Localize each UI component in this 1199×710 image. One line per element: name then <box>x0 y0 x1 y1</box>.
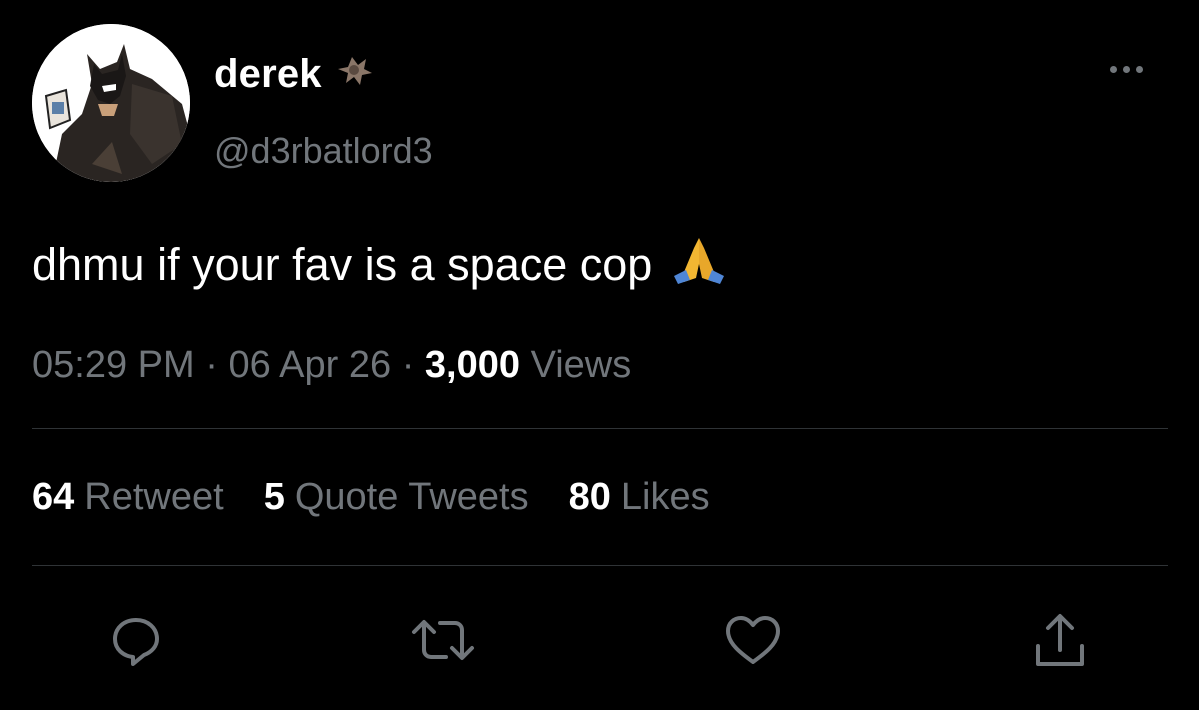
tweet-time[interactable]: 05:29 PM <box>32 344 195 386</box>
engagement-stats: 64 Retweet 5 Quote Tweets 80 Likes <box>32 476 710 519</box>
tweet-meta: 05:29 PM · 06 Apr 26 · 3,000 Views <box>32 344 631 387</box>
batman-avatar-image <box>32 24 190 182</box>
retweets-label: Retweet <box>84 476 224 518</box>
quote-tweets-label: Quote Tweets <box>294 476 529 518</box>
retweet-icon <box>412 620 474 660</box>
display-name[interactable]: derek <box>214 52 322 97</box>
likes-stat[interactable]: 80 Likes <box>569 476 710 519</box>
meta-separator: · <box>401 344 415 386</box>
likes-count: 80 <box>568 476 611 518</box>
tweet-body: dhmu if your fav is a space cop <box>32 238 653 290</box>
views-label: Views <box>530 344 632 386</box>
share-button[interactable] <box>1030 612 1090 675</box>
tweet-text: dhmu if your fav is a space cop <box>32 234 728 295</box>
retweets-stat[interactable]: 64 Retweet <box>32 476 224 519</box>
more-options-button[interactable] <box>1110 66 1143 73</box>
reply-icon <box>113 618 159 666</box>
like-icon <box>726 616 780 664</box>
avatar[interactable] <box>32 24 190 182</box>
views-count: 3,000 <box>424 344 520 386</box>
author-name-row[interactable]: derek <box>214 52 372 97</box>
more-dot-icon <box>1136 66 1143 73</box>
meta-separator: · <box>205 344 218 386</box>
quote-tweets-stat[interactable]: 5 Quote Tweets <box>264 476 529 519</box>
reply-button[interactable] <box>108 612 164 673</box>
divider <box>32 428 1168 429</box>
likes-label: Likes <box>620 476 710 518</box>
share-icon <box>1036 614 1084 666</box>
like-button[interactable] <box>722 612 784 673</box>
divider <box>32 565 1168 566</box>
retweets-count: 64 <box>32 476 75 518</box>
more-dot-icon <box>1110 66 1117 73</box>
quote-tweets-count: 5 <box>263 476 285 518</box>
bat-emoji-icon <box>336 55 372 94</box>
more-dot-icon <box>1123 66 1130 73</box>
folded-hands-emoji-icon <box>670 234 728 295</box>
retweet-button[interactable] <box>408 612 478 673</box>
tweet-date[interactable]: 06 Apr 26 <box>228 344 391 386</box>
author-handle[interactable]: @d3rbatlord3 <box>214 130 433 172</box>
